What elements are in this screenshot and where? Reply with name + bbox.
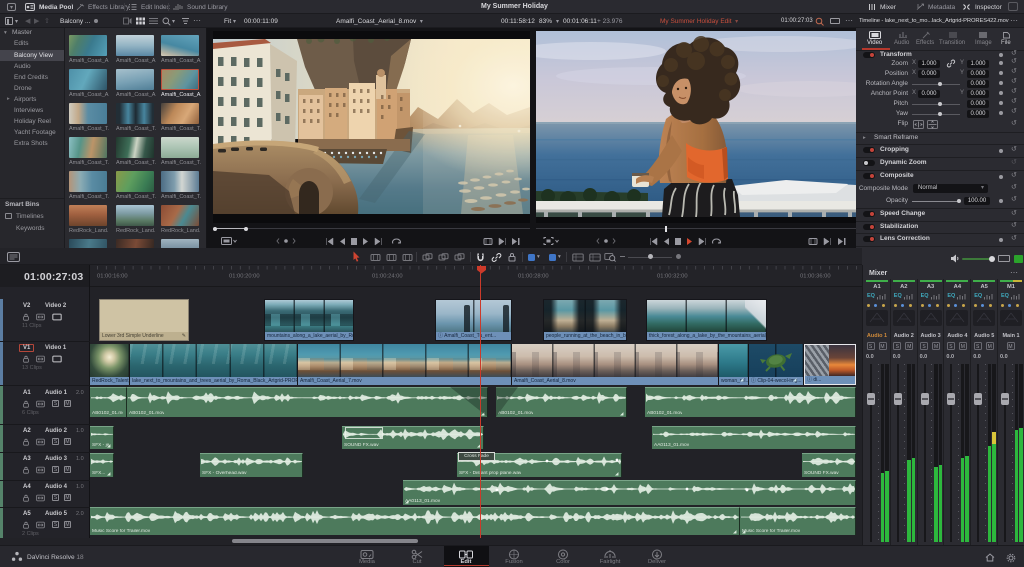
- svg-text:01:00:16:00: 01:00:16:00: [97, 274, 128, 280]
- svg-text:01:00:36:00: 01:00:36:00: [800, 274, 831, 280]
- svg-text:01:00:20:00: 01:00:20:00: [229, 274, 260, 280]
- svg-text:01:00:24:00: 01:00:24:00: [372, 274, 403, 280]
- svg-text:01:00:32:00: 01:00:32:00: [657, 274, 688, 280]
- svg-text:01:00:28:00: 01:00:28:00: [518, 274, 549, 280]
